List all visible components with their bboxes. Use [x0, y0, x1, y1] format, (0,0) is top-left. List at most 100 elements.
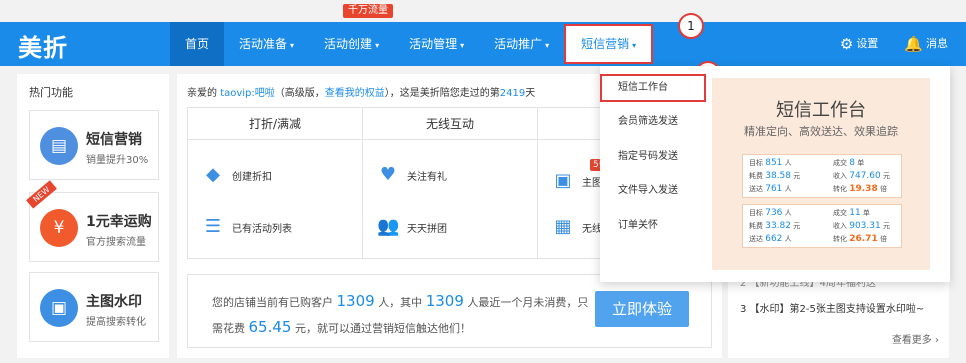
stat-income: 收入 903.31 元 — [833, 221, 890, 231]
label: 送达 — [749, 185, 763, 193]
label: 成交 — [833, 159, 847, 167]
stat-text-part: 您的店铺当前有已购客户 — [212, 296, 333, 309]
user-name-link[interactable]: taovip:吧啦 — [220, 88, 275, 99]
group-buy-tool[interactable]: 👥 天天拼团 — [377, 216, 447, 238]
hot-features-title: 热门功能 — [29, 86, 73, 99]
stat-target: 目标 736 人 — [749, 208, 792, 218]
label: 成交 — [833, 209, 847, 217]
stat-conversion: 转化 26.71 倍 — [833, 234, 887, 244]
bell-icon: 🔔 — [904, 35, 923, 53]
unit: 人 — [784, 235, 792, 243]
settings-label: 设置 — [856, 37, 879, 50]
unit: 人 — [784, 159, 792, 167]
feature-card-title: 主图水印 — [86, 294, 142, 310]
view-rights-link[interactable]: 查看我的权益 — [325, 88, 385, 99]
plan-level: （高级版， — [274, 88, 325, 99]
step-marker-1: 1 — [678, 13, 704, 39]
nav-activity-prep[interactable]: 活动准备 ▾ — [224, 22, 309, 66]
menu-sms-workbench[interactable]: 短信工作台 — [600, 74, 706, 102]
column-discount: 打折/满减 ◆ 创建折扣 ☰ 已有活动列表 — [187, 107, 363, 259]
nav-activity-promote[interactable]: 活动推广 ▾ — [479, 22, 564, 66]
feature-card-title: 短信营销 — [86, 132, 142, 148]
label: 送达 — [749, 235, 763, 243]
list-icon: ☰ — [204, 216, 222, 237]
chevron-down-icon: ▾ — [460, 41, 465, 50]
feature-card-subtitle: 官方搜索流量 — [86, 237, 146, 248]
traffic-badge: 千万流量 — [343, 4, 394, 18]
label: 转化 — [833, 235, 847, 243]
value: 662 — [765, 234, 783, 244]
gear-icon: ⚙ — [839, 35, 854, 53]
tool-label: 天天拼团 — [407, 223, 447, 235]
view-more-link[interactable]: 查看更多 › — [892, 331, 939, 346]
value: 736 — [765, 208, 783, 218]
welcome-prefix: 亲爱的 — [187, 88, 221, 99]
nav-label: 活动准备 — [239, 37, 288, 51]
welcome-mid: ），这是美折陪您走过的第 — [384, 88, 500, 99]
label: 收入 — [833, 172, 847, 180]
try-now-button[interactable]: 立即体验 — [595, 291, 689, 327]
promo-subtitle: 精准定向、高效送达、效果追踪 — [744, 125, 898, 138]
customer-stat-box: 您的店铺当前有已购客户 1309 人，其中 1309 人最近一个月未消费，只需花… — [187, 274, 712, 348]
nav-home[interactable]: 首页 — [170, 22, 225, 66]
follow-gift-tool[interactable]: ♥ 关注有礼 — [377, 164, 447, 186]
stat-sent: 送达 761 人 — [749, 184, 792, 194]
messages-button[interactable]: 🔔 消息 — [904, 35, 948, 53]
layout-icon: ▦ — [554, 216, 572, 237]
stat-sent: 送达 662 人 — [749, 234, 792, 244]
menu-order-care[interactable]: 订单关怀 — [600, 212, 706, 240]
nav-home-label: 首页 — [185, 37, 210, 51]
settings-button[interactable]: ⚙ 设置 — [840, 35, 878, 53]
feature-card-watermark[interactable]: ▣ 主图水印 提高搜索转化 — [29, 272, 159, 342]
unit: 元 — [882, 222, 890, 230]
stat-conversion: 转化 19.38 倍 — [833, 184, 887, 194]
nav-sms-marketing[interactable]: 短信营销 ▾ — [564, 24, 654, 64]
label: 目标 — [749, 159, 763, 167]
main-nav: 首页 活动准备 ▾ 千万流量 活动创建 ▾ 活动管理 ▾ 活动推广 ▾ 短信营销 ▾ — [170, 4, 654, 66]
nav-label: 活动管理 — [409, 37, 458, 51]
unit: 人 — [784, 185, 792, 193]
stat-cost: 耗费 33.82 元 — [749, 221, 800, 231]
feature-card-sms[interactable]: ▤ 短信营销 销量提升30% — [29, 110, 159, 180]
promo-stat-card: 目标 736 人 成交 11 单 耗费 33.82 元 收入 903.31 元 … — [742, 204, 902, 248]
stat-income: 收入 747.60 元 — [833, 171, 890, 181]
feature-card-lucky-buy[interactable]: NEW ¥ 1元幸运购 官方搜索流量 — [26, 180, 159, 262]
nav-activity-create[interactable]: 千万流量 活动创建 ▾ — [309, 4, 394, 66]
yen-icon: ¥ — [40, 209, 78, 247]
chevron-down-icon: ▾ — [290, 41, 295, 50]
label: 收入 — [833, 222, 847, 230]
value: 747.60 — [849, 171, 881, 181]
menu-member-filter-send[interactable]: 会员筛选发送 — [600, 108, 706, 136]
image-icon: ▣ — [554, 170, 572, 191]
column-header: 打折/满减 — [188, 108, 362, 140]
nav-right-tools: ⚙ 设置 🔔 消息 — [840, 22, 948, 66]
menu-file-import-send[interactable]: 文件导入发送 — [600, 177, 706, 205]
feature-card-subtitle: 提高搜索转化 — [86, 317, 146, 328]
news-item[interactable]: 3 【水印】第2-5张主图支持设置水印啦~ — [740, 300, 924, 315]
unit: 元 — [793, 172, 801, 180]
inactive-customers-count: 1309 — [425, 292, 464, 310]
unit: 元 — [882, 172, 890, 180]
create-discount-tool[interactable]: ◆ 创建折扣 — [202, 164, 272, 186]
activity-list-tool[interactable]: ☰ 已有活动列表 — [202, 216, 292, 238]
users-icon: 👥 — [377, 216, 400, 237]
logo[interactable]: 美折 — [18, 28, 68, 63]
unit: 人 — [784, 209, 792, 217]
tool-label: 关注有礼 — [407, 171, 447, 183]
value: 38.58 — [765, 171, 791, 181]
menu-specified-number-send[interactable]: 指定号码发送 — [600, 143, 706, 171]
stat-text-part: 元，就可以通过营销短信触达他们！ — [294, 322, 471, 335]
stat-text-part: 人，其中 — [378, 296, 423, 309]
nav-label: 活动创建 — [324, 37, 373, 51]
value: 19.38 — [849, 184, 878, 194]
chevron-down-icon: ▾ — [632, 41, 637, 50]
value: 11 — [849, 208, 861, 218]
welcome-suffix: 天 — [525, 88, 536, 99]
value: 33.82 — [765, 221, 791, 231]
column-header: 无线互动 — [363, 108, 537, 140]
unit: 元 — [793, 222, 801, 230]
label: 耗费 — [749, 172, 763, 180]
label: 转化 — [833, 185, 847, 193]
value: 8 — [849, 158, 855, 168]
nav-activity-manage[interactable]: 活动管理 ▾ — [394, 22, 479, 66]
